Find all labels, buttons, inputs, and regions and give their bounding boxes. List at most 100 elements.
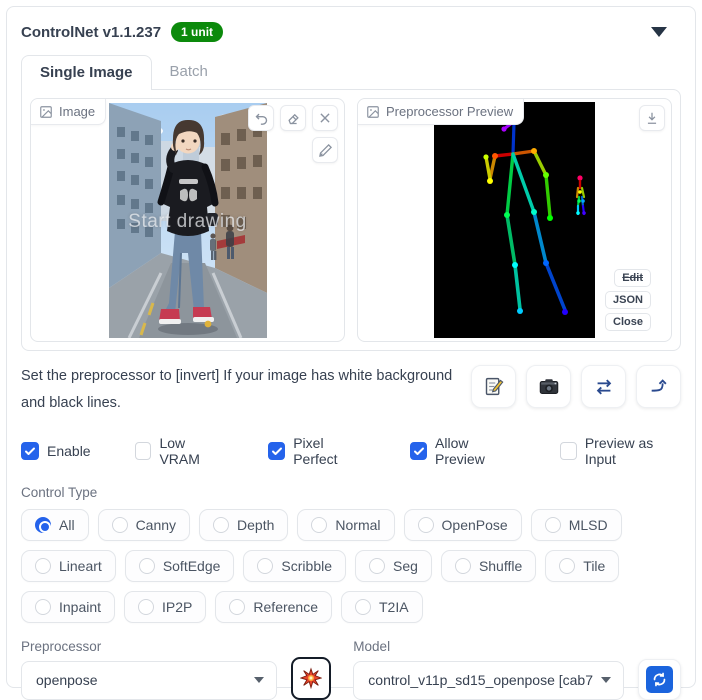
radio-icon xyxy=(35,598,51,615)
send-dimensions-icon xyxy=(651,378,667,392)
radio-icon xyxy=(213,516,230,533)
control-type-softedge[interactable]: SoftEdge xyxy=(124,549,235,582)
model-row: Preprocessor openpose Model control_v11p… xyxy=(21,639,681,700)
control-type-t2ia[interactable]: T2IA xyxy=(341,590,423,623)
run-preprocessor-button[interactable] xyxy=(291,656,332,700)
chevron-down-icon xyxy=(601,677,611,684)
control-type-shuffle[interactable]: Shuffle xyxy=(440,549,537,582)
sketch-pen-icon xyxy=(318,143,332,157)
radio-icon xyxy=(111,516,128,533)
control-type-openpose[interactable]: OpenPose xyxy=(403,508,522,541)
radio-icon xyxy=(35,557,51,574)
invert-hint-text: Set the preprocessor to [invert] If your… xyxy=(21,368,453,411)
download-button[interactable] xyxy=(639,105,665,131)
webcam-icon xyxy=(539,378,558,394)
radio-icon xyxy=(454,557,471,574)
preview-toolbar xyxy=(639,105,665,131)
unit-count-badge: 1 unit xyxy=(171,22,224,42)
download-icon xyxy=(647,112,657,124)
webcam-button[interactable] xyxy=(526,365,571,408)
preprocessor-column: Preprocessor openpose xyxy=(21,638,278,700)
control-type-mlsd[interactable]: MLSD xyxy=(530,508,622,541)
mirror-webcam-button[interactable] xyxy=(581,365,626,408)
radio-icon xyxy=(138,557,155,574)
controlnet-card: ControlNet v1.1.237 1 unit Single Image … xyxy=(6,6,696,700)
collapse-arrow-icon[interactable] xyxy=(651,27,667,37)
radio-icon xyxy=(544,516,561,533)
radio-icon xyxy=(138,598,155,615)
radio-icon xyxy=(257,557,274,574)
checkbox-checked-icon xyxy=(410,441,428,460)
new-canvas-button[interactable] xyxy=(471,365,516,408)
checkbox-enable[interactable]: Enable xyxy=(21,441,91,460)
tab-batch[interactable]: Batch xyxy=(152,55,226,90)
preprocessor-preview-box: Preprocessor Preview Edit JSON Close xyxy=(357,98,672,342)
image-icon xyxy=(367,105,379,118)
image-icon xyxy=(40,105,52,118)
checkbox-checked-icon xyxy=(21,441,39,460)
image-toolbar xyxy=(248,105,338,131)
clear-button[interactable] xyxy=(312,105,338,131)
control-type-reference[interactable]: Reference xyxy=(215,590,332,623)
checkbox-checked-icon xyxy=(268,441,286,460)
control-type-all[interactable]: All xyxy=(21,508,89,541)
header: ControlNet v1.1.237 1 unit xyxy=(21,17,681,47)
pose-edit-button[interactable]: Edit xyxy=(614,269,651,287)
control-type-tile[interactable]: Tile xyxy=(545,549,620,582)
radio-icon xyxy=(355,598,371,615)
page-title: ControlNet v1.1.237 xyxy=(21,23,162,41)
control-type-seg[interactable]: Seg xyxy=(355,549,432,582)
preprocessor-value: openpose xyxy=(36,672,98,689)
control-type-options: All Canny Depth Normal OpenPose MLSD Lin… xyxy=(21,508,661,623)
openpose-preview-image[interactable] xyxy=(434,102,595,338)
sketch-pen-button[interactable] xyxy=(312,137,338,163)
control-type-scribble[interactable]: Scribble xyxy=(243,549,347,582)
control-type-inpaint[interactable]: Inpaint xyxy=(21,590,116,623)
new-canvas-icon xyxy=(485,377,504,396)
control-type-depth[interactable]: Depth xyxy=(199,508,289,541)
mirror-webcam-icon xyxy=(596,378,611,395)
tab-bar: Single Image Batch xyxy=(21,55,681,90)
control-type-canny[interactable]: Canny xyxy=(97,508,191,541)
model-column: Model control_v11p_sd15_openpose [cab7 xyxy=(353,639,624,700)
radio-icon xyxy=(229,598,246,615)
radio-icon xyxy=(369,557,386,574)
explosion-icon xyxy=(300,667,323,690)
eraser-button[interactable] xyxy=(280,105,306,131)
radio-icon xyxy=(417,516,434,533)
control-type-ip2p[interactable]: IP2P xyxy=(124,590,207,623)
chevron-down-icon xyxy=(254,677,265,684)
street-photo-illustration xyxy=(108,102,267,339)
checkbox-unchecked-icon xyxy=(134,441,152,460)
control-type-label: Control Type xyxy=(21,484,98,500)
checkbox-pixel-perfect[interactable]: Pixel Perfect xyxy=(268,435,366,467)
checkbox-preview-as-input[interactable]: Preview as Input xyxy=(559,435,681,467)
pose-close-button[interactable]: Close xyxy=(605,313,651,331)
options-row: Enable Low VRAM Pixel Perfect Allow Prev… xyxy=(21,435,681,467)
checkbox-allow-preview[interactable]: Allow Preview xyxy=(410,435,516,467)
pose-json-button[interactable]: JSON xyxy=(605,291,651,309)
radio-selected-icon xyxy=(35,516,51,533)
preprocessor-preview-label: Preprocessor Preview xyxy=(358,99,525,125)
action-button-row xyxy=(471,365,681,408)
refresh-column xyxy=(624,639,681,700)
control-type-normal[interactable]: Normal xyxy=(297,508,395,541)
single-image-panel: Image Start drawing Preprocessor Preview… xyxy=(21,89,681,351)
run-preprocessor-column xyxy=(291,639,332,700)
tab-single-image[interactable]: Single Image xyxy=(21,55,152,90)
refresh-models-button[interactable] xyxy=(638,658,681,700)
control-type-lineart[interactable]: Lineart xyxy=(21,549,116,582)
input-image-box[interactable]: Image Start drawing xyxy=(30,98,345,342)
openpose-skeleton xyxy=(483,115,586,315)
undo-button[interactable] xyxy=(248,105,274,131)
sketch-toolbar xyxy=(312,137,338,163)
preprocessor-label: Preprocessor xyxy=(21,638,102,654)
uploaded-image[interactable]: Start drawing xyxy=(108,102,267,339)
eraser-icon xyxy=(287,113,299,124)
undo-icon xyxy=(255,113,267,125)
image-label: Image xyxy=(31,99,107,125)
clear-icon xyxy=(320,113,330,123)
model-value: control_v11p_sd15_openpose [cab7 xyxy=(368,672,593,689)
send-dimensions-button[interactable] xyxy=(636,365,681,408)
checkbox-low-vram[interactable]: Low VRAM xyxy=(134,435,225,467)
